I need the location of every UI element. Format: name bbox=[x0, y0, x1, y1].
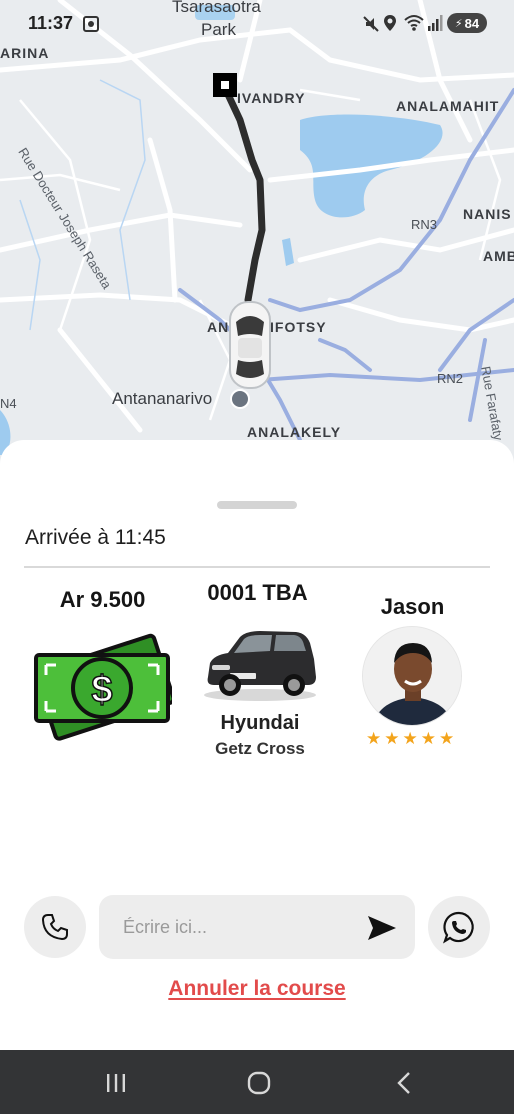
driver-avatar[interactable] bbox=[362, 626, 462, 726]
whatsapp-button[interactable] bbox=[428, 896, 490, 958]
map-label-rn2: RN2 bbox=[437, 371, 464, 386]
map-label-arina: ARINA bbox=[0, 45, 50, 61]
map-label-rn4: N4 bbox=[0, 396, 17, 411]
signal-icon bbox=[428, 15, 443, 31]
battery-level: 84 bbox=[464, 15, 480, 31]
status-time: 11:37 bbox=[28, 13, 74, 33]
star-icon: ★ bbox=[402, 729, 418, 748]
message-box bbox=[99, 895, 415, 959]
home-button[interactable] bbox=[239, 1068, 279, 1098]
recent-apps-icon bbox=[107, 1074, 125, 1092]
star-icon: ★ bbox=[366, 729, 382, 748]
destination-marker[interactable] bbox=[213, 73, 237, 97]
map-label-nanisana: NANIS bbox=[463, 206, 512, 222]
status-bar: 11:37 ⚡ 84 bbox=[0, 0, 514, 46]
train-station-icon bbox=[230, 389, 250, 409]
divider bbox=[24, 566, 490, 568]
map-label-ivandry: IVANDRY bbox=[237, 90, 306, 106]
drag-handle[interactable] bbox=[217, 501, 297, 509]
system-navigation-bar bbox=[0, 1050, 514, 1114]
send-button[interactable] bbox=[365, 911, 399, 945]
screenshot-icon bbox=[83, 16, 99, 32]
map-view[interactable]: Tsarasaotra Park ARINA IVANDRY ANALAMAHI… bbox=[0, 0, 514, 470]
svg-text:$: $ bbox=[91, 669, 112, 711]
car-marker-icon bbox=[229, 301, 271, 389]
car-model: Getz Cross bbox=[215, 739, 305, 758]
wifi-icon bbox=[404, 15, 424, 31]
message-input[interactable] bbox=[99, 895, 359, 959]
recent-apps-button[interactable] bbox=[96, 1068, 136, 1098]
trip-bottom-sheet: Arrivée à 11:45 Ar 9.500 0001 TBA Jason … bbox=[0, 440, 514, 1050]
car-make: Hyundai bbox=[220, 712, 300, 734]
star-icon: ★ bbox=[384, 729, 400, 748]
back-icon bbox=[397, 1072, 410, 1094]
whatsapp-icon bbox=[443, 911, 474, 944]
driver-name: Jason bbox=[380, 594, 445, 619]
battery-charging-icon: ⚡ 84 bbox=[447, 13, 487, 33]
trip-price: Ar 9.500 bbox=[59, 587, 146, 612]
back-button[interactable] bbox=[384, 1068, 424, 1098]
map-label-analamahitsy: ANALAMAHIT bbox=[396, 98, 500, 114]
map-label-rn3: RN3 bbox=[411, 217, 438, 232]
driver-rating: ★ ★ ★ ★ ★ bbox=[366, 730, 454, 747]
map-label-ankorondrano-right: IFOTSY bbox=[270, 319, 327, 335]
send-icon bbox=[368, 916, 396, 940]
phone-icon bbox=[41, 914, 68, 941]
map-label-analakely: ANALAKELY bbox=[247, 424, 342, 440]
mute-icon bbox=[363, 16, 379, 32]
star-icon: ★ bbox=[439, 729, 455, 748]
star-icon: ★ bbox=[420, 729, 436, 748]
home-icon bbox=[247, 1071, 271, 1095]
map-label-antananarivo: Antananarivo bbox=[112, 389, 213, 408]
cancel-ride-link[interactable]: Annuler la course bbox=[0, 977, 514, 1001]
license-plate: 0001 TBA bbox=[207, 580, 308, 605]
location-icon bbox=[384, 15, 396, 31]
call-button[interactable] bbox=[24, 896, 86, 958]
cash-payment-icon: $ bbox=[34, 633, 172, 741]
car-image bbox=[204, 631, 316, 701]
driver-photo bbox=[363, 627, 461, 725]
eta-text: Arrivée à 11:45 bbox=[25, 526, 166, 549]
map-label-ambatomainty: AMB bbox=[483, 248, 514, 264]
